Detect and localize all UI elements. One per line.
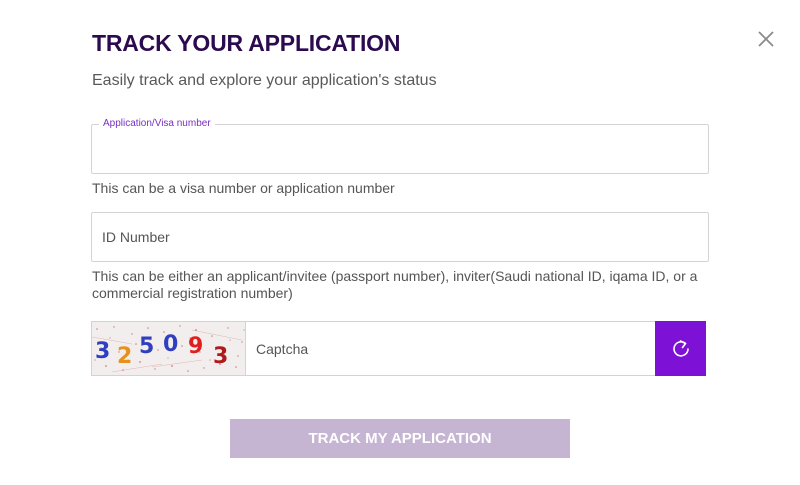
visa-number-field[interactable]: Application/Visa number — [91, 118, 709, 174]
track-application-button[interactable]: TRACK MY APPLICATION — [230, 419, 570, 458]
close-icon — [758, 31, 774, 47]
captcha-row: 3 2 5 0 9 3 — [91, 321, 706, 376]
captcha-refresh-button[interactable] — [655, 321, 706, 376]
close-button[interactable] — [756, 29, 776, 49]
modal-title: TRACK YOUR APPLICATION — [92, 30, 401, 56]
track-application-modal: TRACK YOUR APPLICATION Easily track and … — [0, 0, 800, 485]
captcha-char-2: 2 — [117, 344, 132, 369]
captcha-char-4: 0 — [163, 332, 178, 357]
refresh-icon — [672, 339, 689, 357]
id-number-input[interactable] — [92, 213, 708, 261]
captcha-image: 3 2 5 0 9 3 — [92, 322, 246, 375]
captcha-char-1: 3 — [95, 339, 110, 364]
captcha-char-3: 5 — [139, 334, 154, 359]
visa-number-label: Application/Visa number — [99, 118, 215, 129]
id-number-field[interactable] — [91, 212, 709, 262]
modal-subtitle: Easily track and explore your applicatio… — [92, 72, 437, 89]
captcha-char-5: 9 — [188, 334, 203, 359]
visa-number-input[interactable] — [92, 125, 708, 173]
captcha-char-6: 3 — [213, 344, 228, 369]
captcha-input[interactable] — [246, 322, 655, 375]
visa-number-helper: This can be a visa number or application… — [92, 180, 395, 196]
id-number-helper: This can be either an applicant/invitee … — [92, 268, 698, 301]
